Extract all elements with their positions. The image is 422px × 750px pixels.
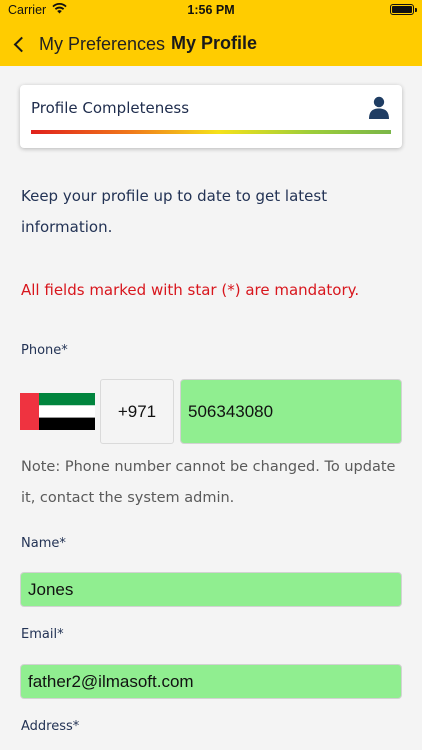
- name-field[interactable]: Jones: [20, 572, 402, 607]
- status-bar: Carrier 1:56 PM: [0, 0, 422, 22]
- country-code-field[interactable]: +971: [100, 379, 174, 444]
- email-field[interactable]: father2@ilmasoft.com: [20, 664, 402, 699]
- mandatory-notice: All fields marked with star (*) are mand…: [21, 281, 360, 299]
- chevron-left-icon: [13, 36, 30, 52]
- battery-icon: [390, 4, 417, 15]
- page-title: My Profile: [171, 33, 258, 53]
- app-header: Carrier 1:56 PM My Preferences My Profil…: [0, 0, 422, 66]
- phone-label: Phone*: [21, 343, 68, 358]
- person-icon: [369, 96, 389, 119]
- status-time: 1:56 PM: [187, 3, 235, 17]
- phone-number-field[interactable]: 506343080: [180, 379, 402, 444]
- profile-completeness-title: Profile Completeness: [31, 99, 190, 117]
- back-button[interactable]: My Preferences: [10, 28, 165, 60]
- intro-text: Keep your profile up to date to get late…: [21, 187, 328, 236]
- name-label: Name*: [21, 536, 66, 551]
- email-label: Email*: [21, 627, 64, 642]
- profile-completeness-card[interactable]: Profile Completeness: [20, 85, 402, 148]
- completeness-progress-bar: [31, 130, 391, 134]
- uae-flag-icon[interactable]: [20, 393, 95, 430]
- nav-bar: My Preferences My Profile: [0, 28, 422, 60]
- address-label: Address*: [21, 719, 80, 734]
- phone-note: Note: Phone number cannot be changed. To…: [21, 459, 396, 506]
- back-button-label: My Preferences: [39, 33, 166, 54]
